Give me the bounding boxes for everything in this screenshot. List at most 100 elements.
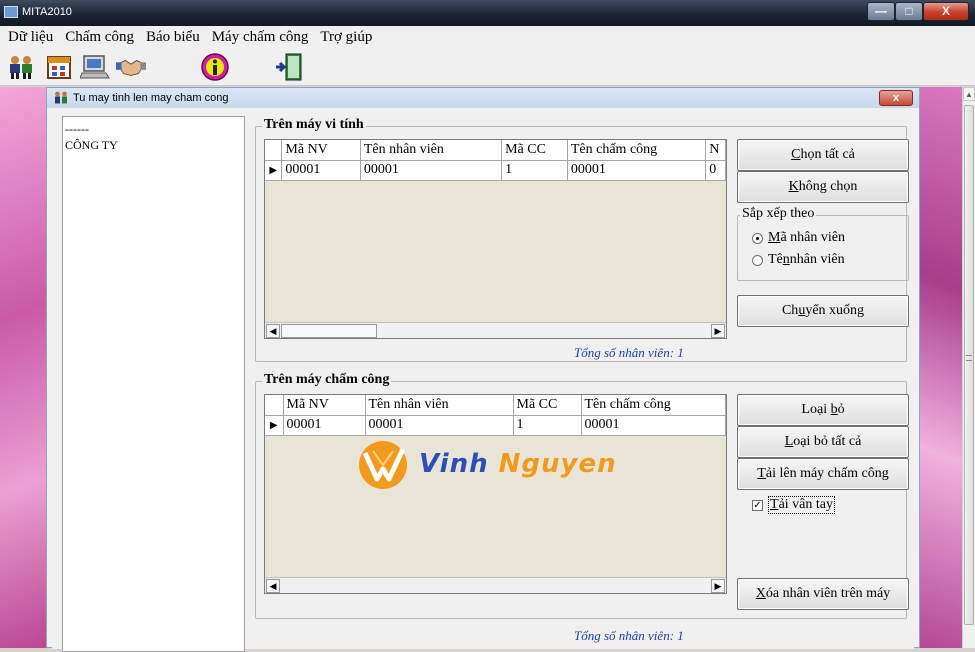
button-label: ỏ <box>837 402 845 417</box>
radio-button[interactable] <box>752 232 763 244</box>
computer-group: Trên máy vi tính Mã NV Tên nhân viên Mã … <box>255 117 909 362</box>
button-label: hông chọn <box>798 179 858 194</box>
minimize-button[interactable]: — <box>867 2 895 21</box>
button-accesskey: T <box>757 466 766 481</box>
col-header-employee-id[interactable]: Mã NV <box>281 140 361 161</box>
button-label: họn tất cả <box>800 147 855 162</box>
option-label: Tê <box>768 252 783 267</box>
scroll-right-arrow[interactable]: ▶ <box>711 579 725 593</box>
button-label: óa nhân viên trên máy <box>765 586 891 601</box>
sort-group-caption: Sắp xếp theo <box>740 206 817 222</box>
calendar-icon[interactable] <box>44 52 74 82</box>
child-window: Tu may tinh len may cham cong x ------ C… <box>46 87 920 652</box>
window-controls: — □ X <box>867 2 969 22</box>
child-close-button[interactable]: x <box>879 90 913 106</box>
computer-total-count: Tổng số nhân viên: 1 <box>574 345 684 360</box>
scroll-thumb[interactable] <box>281 324 377 338</box>
device-total-count: Tổng số nhân viên: 1 <box>574 628 684 643</box>
tree-item-company[interactable]: CÔNG TY <box>65 137 242 153</box>
menu-data[interactable]: Dữ liệu <box>2 29 59 46</box>
company-tree[interactable]: ------ CÔNG TY <box>62 116 245 652</box>
button-label: oại bỏ tất cả <box>793 434 862 449</box>
employees-icon[interactable] <box>6 52 36 82</box>
col-header-employee-id[interactable]: Mã NV <box>283 395 366 416</box>
menu-attendance[interactable]: Chấm công <box>59 29 140 46</box>
col-header-clock-id[interactable]: Mã CC <box>501 140 568 161</box>
col-header-employee-name[interactable]: Tên nhân viên <box>365 395 514 416</box>
col-header-employee-name[interactable]: Tên nhân viên <box>360 140 503 161</box>
watermark-emblem-icon <box>359 441 407 489</box>
menu-reports[interactable]: Báo biểu <box>140 29 206 46</box>
move-down-button[interactable]: Chuyển xuống <box>737 295 909 327</box>
computer-group-caption: Trên máy vi tính <box>262 117 366 133</box>
tree-item[interactable]: ------ <box>65 121 242 137</box>
radio-button[interactable] <box>752 254 763 266</box>
menu-help[interactable]: Trợ giúp <box>314 29 378 46</box>
exit-door-icon[interactable] <box>274 52 304 82</box>
row-indicator-header <box>265 140 283 161</box>
maximize-button[interactable]: □ <box>895 2 923 21</box>
remove-button[interactable]: Loại bỏ <box>737 394 909 426</box>
button-label: Loại <box>801 402 831 417</box>
button-label: ải lên máy chấm công <box>765 466 889 481</box>
option-label: ã nhân viên <box>780 230 845 245</box>
col-header-clock-name[interactable]: Tên chấm công <box>581 395 726 416</box>
info-icon[interactable] <box>200 52 230 82</box>
device-employee-grid[interactable]: Mã NV Tên nhân viên Mã CC Tên chấm công … <box>264 394 727 594</box>
cell-employee-id[interactable]: 00001 <box>281 160 361 181</box>
table-row[interactable]: ▶ 00001 00001 1 00001 0 <box>265 160 726 181</box>
col-header-truncated[interactable]: N <box>705 140 726 161</box>
col-header-clock-id[interactable]: Mã CC <box>513 395 582 416</box>
menu-bar: Dữ liệu Chấm công Báo biểu Máy chấm công… <box>0 26 975 48</box>
cell-employee-id[interactable]: 00001 <box>283 415 366 436</box>
upload-to-device-button[interactable]: Tải lên máy chấm công <box>737 458 909 490</box>
button-accesskey: X <box>755 586 766 601</box>
window-title: MITA2010 <box>22 6 72 18</box>
cell-clock-id[interactable]: 1 <box>513 415 582 436</box>
cell-clock-id[interactable]: 1 <box>501 160 568 181</box>
remove-all-button[interactable]: Loại bỏ tất cả <box>737 426 909 458</box>
select-all-button[interactable]: Chọn tất cả <box>737 139 909 171</box>
scroll-up-arrow[interactable]: ▲ <box>963 87 975 101</box>
button-accesskey: K <box>788 179 799 194</box>
menu-time-clock[interactable]: Máy chấm công <box>206 29 315 46</box>
cell-clock-name[interactable]: 00001 <box>567 160 707 181</box>
cell-employee-name[interactable]: 00001 <box>360 160 503 181</box>
horizontal-scrollbar[interactable]: ◀ ▶ <box>265 322 726 338</box>
checkbox[interactable]: ✓ <box>752 499 763 511</box>
button-label: Ch <box>781 303 799 318</box>
computer-employee-grid[interactable]: Mã NV Tên nhân viên Mã CC Tên chấm công … <box>264 139 727 339</box>
option-label: nhân viên <box>789 252 845 267</box>
child-title-bar: Tu may tinh len may cham cong x <box>47 88 919 108</box>
deselect-button[interactable]: Không chọn <box>737 171 909 203</box>
vertical-scrollbar[interactable]: ▲ <box>962 87 975 648</box>
watermark-text: Vinh Nguyen <box>419 449 617 479</box>
button-label: yển xuống <box>805 303 865 318</box>
scroll-right-arrow[interactable]: ▶ <box>711 324 725 338</box>
scroll-left-arrow[interactable]: ◀ <box>266 324 280 338</box>
watermark-logo: Vinh Nguyen <box>353 439 633 489</box>
button-accesskey: L <box>784 434 794 449</box>
scroll-left-arrow[interactable]: ◀ <box>266 579 280 593</box>
computer-icon[interactable] <box>80 52 110 82</box>
sort-by-name-option[interactable]: Tê n nhân viên <box>752 252 845 268</box>
horizontal-scrollbar[interactable]: ◀ ▶ <box>265 577 726 593</box>
grid-header-row: Mã NV Tên nhân viên Mã CC Tên chấm công … <box>265 140 726 161</box>
col-header-clock-name[interactable]: Tên chấm công <box>567 140 707 161</box>
checkbox-accesskey: T <box>770 497 779 512</box>
cell-clock-name[interactable]: 00001 <box>581 415 726 436</box>
cell-employee-name[interactable]: 00001 <box>365 415 514 436</box>
handshake-icon[interactable] <box>116 52 146 82</box>
scroll-thumb[interactable] <box>964 105 974 625</box>
row-indicator-header <box>265 395 284 416</box>
table-row[interactable]: ▶ 00001 00001 1 00001 <box>265 415 726 436</box>
cell-truncated[interactable]: 0 <box>705 160 726 181</box>
grid-header-row: Mã NV Tên nhân viên Mã CC Tên chấm công <box>265 395 726 416</box>
device-group-caption: Trên máy chấm công <box>262 372 392 388</box>
checkbox-label-text: ải vân tay <box>778 497 833 512</box>
sort-by-id-option[interactable]: Mã nhân viên <box>752 230 845 246</box>
option-accesskey: n <box>782 252 790 267</box>
delete-on-device-button[interactable]: Xóa nhân viên trên máy <box>737 578 909 610</box>
close-button[interactable]: X <box>923 2 969 21</box>
upload-fingerprint-checkbox[interactable]: ✓ Tải vân tay <box>752 496 835 514</box>
